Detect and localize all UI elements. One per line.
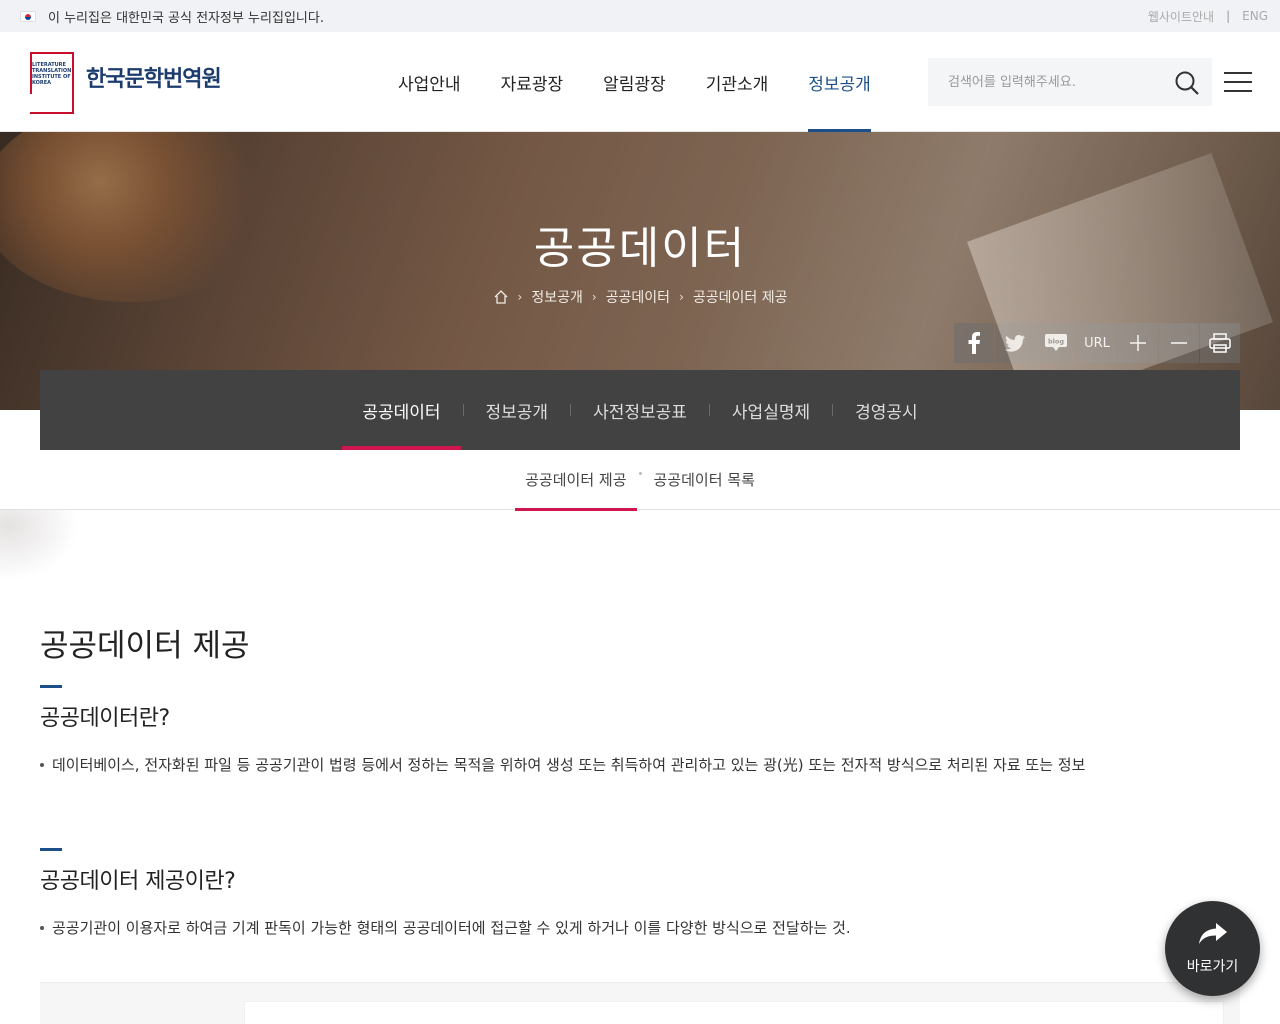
share-arrow-icon (1198, 922, 1228, 950)
tab-public-data-list[interactable]: 공공데이터 목록 (644, 450, 765, 510)
logo-mark-icon: LITERATURE TRANSLATION INSTITUTE OF KORE… (30, 52, 74, 114)
section-what-is-public-data: 공공데이터란? 데이터베이스, 전자화된 파일 등 공공기관이 법령 등에서 정… (40, 685, 1240, 775)
quick-link-button[interactable]: 바로가기 (1165, 901, 1260, 996)
korea-flag-icon (20, 10, 36, 22)
all-menu-icon[interactable] (1224, 72, 1252, 94)
twitter-icon[interactable] (995, 323, 1035, 363)
tab-separator (638, 472, 642, 475)
sub-visual-banner: 공공데이터 › 정보공개 › 공공데이터 › 공공데이터 제공 blog URL (0, 132, 1280, 410)
zoom-in-icon[interactable] (1118, 323, 1158, 363)
section-heading: 공공데이터란? (40, 706, 170, 731)
lnb-item-prior-disclosure[interactable]: 사전정보공표 (573, 370, 707, 450)
chevron-right-icon: › (591, 290, 597, 304)
lnb-divider (708, 404, 710, 416)
lnb-divider (462, 404, 464, 416)
section-marker (40, 685, 62, 688)
gov-notice-bar: 이 누리집은 대한민국 공식 전자정부 누리집입니다. 웹사이트안내 | ENG (0, 0, 1280, 32)
gnb-item-notices[interactable]: 알림광장 (583, 32, 686, 132)
lnb-item-management-disclosure[interactable]: 경영공시 (835, 370, 938, 450)
quick-link-label: 바로가기 (1186, 958, 1239, 975)
breadcrumb-item[interactable]: 공공데이터 (606, 287, 670, 307)
chevron-right-icon: › (517, 290, 523, 304)
section-text: 데이터베이스, 전자화된 파일 등 공공기관이 법령 등에서 정하는 목적을 위… (40, 754, 1240, 775)
util-link-eng[interactable]: ENG (1242, 9, 1268, 23)
main-navigation: 사업안내 자료광장 알림광장 기관소개 정보공개 (378, 32, 891, 132)
gnb-item-about[interactable]: 기관소개 (686, 32, 789, 132)
util-separator: | (1226, 9, 1231, 23)
search-input[interactable] (948, 74, 1168, 90)
chevron-right-icon: › (679, 290, 684, 304)
gnb-item-resources[interactable]: 자료광장 (481, 32, 584, 132)
lnb-item-public-data[interactable]: 공공데이터 (342, 370, 461, 450)
decorative-background (0, 510, 90, 590)
info-box (40, 982, 1240, 1024)
facebook-icon[interactable] (954, 323, 994, 363)
logo-name: 한국문학번역원 (86, 67, 222, 92)
gnb-item-business[interactable]: 사업안내 (378, 32, 481, 132)
lnb-item-project-name[interactable]: 사업실명제 (712, 370, 830, 450)
breadcrumb-current: 공공데이터 제공 (692, 290, 788, 306)
blog-icon[interactable]: blog (1036, 323, 1076, 363)
site-header: LITERATURE TRANSLATION INSTITUTE OF KORE… (0, 32, 1280, 132)
section-text: 공공기관이 이용자로 하여금 기계 판독이 가능한 형태의 공공데이터에 접근할… (40, 917, 1240, 938)
zoom-out-icon[interactable] (1159, 323, 1199, 363)
info-box-inner (244, 1001, 1224, 1024)
breadcrumb-item[interactable]: 정보공개 (531, 287, 583, 307)
tab-public-data-provision[interactable]: 공공데이터 제공 (515, 450, 637, 511)
lnb-divider (570, 404, 572, 416)
lnb-divider (832, 404, 834, 416)
gnb-item-disclosure[interactable]: 정보공개 (788, 32, 891, 132)
util-link-guide[interactable]: 웹사이트안내 (1148, 8, 1214, 25)
search-box (928, 58, 1212, 106)
svg-text:blog: blog (1048, 338, 1064, 346)
sub-navigation: 공공데이터 정보공개 사전정보공표 사업실명제 경영공시 (40, 370, 1240, 450)
gov-notice-text: 이 누리집은 대한민국 공식 전자정부 누리집입니다. (48, 10, 324, 26)
search-icon[interactable] (1174, 70, 1200, 96)
section-heading: 공공데이터 제공이란? (40, 869, 236, 894)
content-tabs: 공공데이터 제공 공공데이터 목록 (0, 450, 1280, 511)
share-toolbar: blog URL (953, 323, 1240, 363)
home-icon[interactable] (493, 289, 509, 305)
util-links: 웹사이트안내 | ENG (1148, 0, 1268, 32)
section-marker (40, 848, 62, 851)
print-icon[interactable] (1200, 323, 1240, 363)
section-what-is-provision: 공공데이터 제공이란? 공공기관이 이용자로 하여금 기계 판독이 가능한 형태… (40, 848, 1240, 938)
visual-title: 공공데이터 (533, 223, 747, 274)
copy-url-button[interactable]: URL (1077, 323, 1117, 363)
lnb-item-info-disclosure[interactable]: 정보공개 (466, 370, 569, 450)
logo-small-text: KOREA (32, 80, 52, 86)
breadcrumb: › 정보공개 › 공공데이터 › 공공데이터 제공 (0, 287, 1280, 307)
site-logo[interactable]: LITERATURE TRANSLATION INSTITUTE OF KORE… (30, 52, 222, 114)
page-title: 공공데이터 제공 (40, 628, 250, 664)
